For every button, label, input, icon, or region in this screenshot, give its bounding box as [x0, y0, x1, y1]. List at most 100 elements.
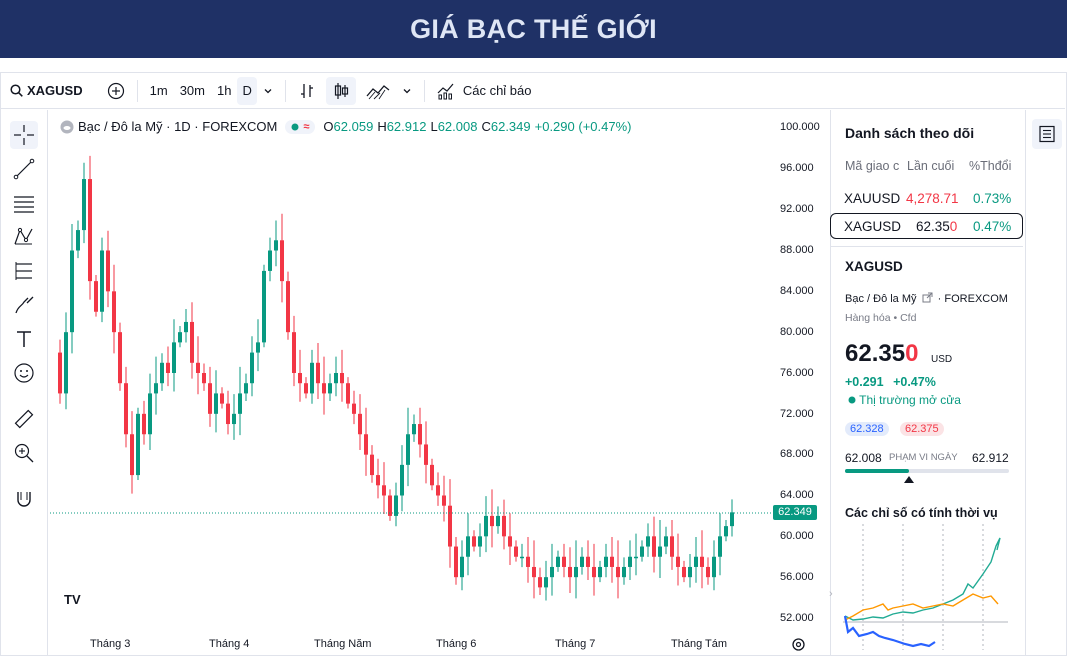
candle-body [502, 515, 506, 537]
candle-body [634, 556, 638, 559]
column-header-change[interactable]: %Thđổi [969, 159, 1011, 173]
y-tick: 52.000 [780, 612, 814, 624]
area-style-button[interactable] [360, 77, 396, 105]
row-change: 0.47% [973, 219, 1012, 234]
bars-icon [300, 83, 313, 98]
candle-body [700, 556, 704, 567]
candle-body [610, 556, 614, 567]
candle-body [70, 250, 74, 333]
column-header-last[interactable]: Lần cuối [907, 159, 954, 173]
seasonal-title[interactable]: Các chỉ số có tính thời vụ [845, 506, 998, 520]
range-low: 62.008 [845, 451, 882, 465]
fib-tool[interactable] [10, 189, 38, 217]
candle-body [142, 413, 146, 435]
candle-body [118, 332, 122, 384]
pattern-tool[interactable] [10, 223, 38, 251]
watchlist-row-xauusd[interactable]: XAUUSD 4,278.71 0.73% [830, 186, 1023, 212]
text-tool[interactable] [10, 325, 38, 353]
y-tick: 76.000 [780, 367, 814, 379]
detail-name[interactable]: Bạc / Đô la Mỹ [845, 293, 917, 305]
x-tick: Tháng Tám [671, 638, 728, 650]
candle-body [640, 546, 644, 557]
row-last-tail: 0 [949, 219, 958, 234]
chart-style-dropdown[interactable] [396, 77, 418, 105]
candle-body [544, 577, 548, 588]
ask-badge: 62.375 [900, 422, 944, 436]
toolbar-divider [136, 79, 138, 102]
candle-body [184, 321, 188, 333]
y-tick: 88.000 [780, 244, 814, 256]
panel-divider [830, 246, 1023, 247]
candle-body [436, 485, 440, 496]
candle-body [580, 556, 584, 567]
candle-body [292, 332, 296, 373]
brush-icon [15, 296, 34, 314]
candle-body [130, 434, 134, 476]
zoom-tool[interactable] [10, 439, 38, 467]
top-toolbar: XAGUSD 1m 30m 1h D Các chỉ báo [0, 73, 1065, 109]
candle-body [268, 250, 272, 271]
interval-30m[interactable]: 30m [174, 77, 211, 105]
candle-body [628, 556, 632, 567]
candle-body [526, 556, 530, 567]
magnet-tool[interactable] [10, 485, 38, 513]
candle-body [208, 383, 212, 414]
candle-body [652, 536, 656, 557]
tradingview-logo[interactable]: TV [64, 592, 81, 607]
candle-body [604, 556, 608, 567]
status-dot-icon [848, 396, 856, 404]
candle-body [622, 566, 626, 578]
x-tick: Tháng 6 [436, 638, 477, 650]
candle-body [220, 393, 224, 404]
interval-d[interactable]: D [237, 76, 257, 105]
candle-body [562, 556, 566, 567]
candle-body [82, 179, 86, 231]
candle-body [550, 566, 554, 578]
detail-symbol: XAGUSD [845, 259, 903, 274]
crosshair-tool[interactable] [10, 121, 38, 149]
page-title: GIÁ BẠC THẾ GIỚI [410, 13, 657, 44]
interval-dropdown[interactable] [257, 77, 279, 105]
interval-1h[interactable]: 1h [211, 77, 237, 105]
candle-body [424, 444, 428, 465]
trend-line-tool[interactable] [10, 155, 38, 183]
candle-body [718, 536, 722, 557]
seasonal-chart[interactable] [843, 524, 1013, 650]
emoji-tool[interactable] [10, 359, 38, 387]
market-status[interactable]: Thị trường mở cửa [848, 393, 961, 407]
seasonal-line-orange [844, 593, 999, 621]
indicators-button[interactable]: Các chỉ báo [431, 77, 538, 105]
y-tick: 68.000 [780, 448, 814, 460]
bar-style-button[interactable] [292, 77, 322, 105]
candle-body [214, 393, 218, 414]
candle-body [166, 362, 170, 373]
candle-body [136, 413, 140, 476]
candle-body [64, 332, 68, 394]
candle-body [154, 383, 158, 394]
toolbar-divider [423, 79, 425, 102]
candles-style-button[interactable] [325, 76, 356, 105]
compare-button[interactable] [101, 77, 131, 105]
horizontal-lines-icon [14, 196, 34, 213]
candle-body [466, 536, 470, 557]
candle-body [352, 403, 356, 414]
candle-body [106, 250, 110, 292]
brush-tool[interactable] [10, 291, 38, 319]
measure-tool[interactable] [10, 405, 38, 433]
symbol-search[interactable]: XAGUSD [0, 77, 89, 105]
row-last: 62.350 [916, 219, 957, 234]
candlestick-chart[interactable] [50, 110, 828, 656]
external-link-icon[interactable] [922, 292, 933, 303]
chart-settings-button[interactable] [791, 637, 806, 657]
candle-body [418, 424, 422, 445]
gear-icon [792, 638, 805, 651]
candle-body [358, 413, 362, 435]
collapse-panel-button[interactable]: › [829, 588, 833, 600]
watchlist-row-xagusd[interactable]: XAGUSD 62.350 0.47% [830, 213, 1023, 239]
interval-1m[interactable]: 1m [144, 77, 174, 105]
column-header-symbol[interactable]: Mã giao c [845, 159, 899, 173]
candle-body [406, 434, 410, 465]
watchlist-toggle-button[interactable] [1032, 119, 1062, 149]
indicators-icon [437, 83, 454, 99]
forecast-tool[interactable] [10, 257, 38, 285]
